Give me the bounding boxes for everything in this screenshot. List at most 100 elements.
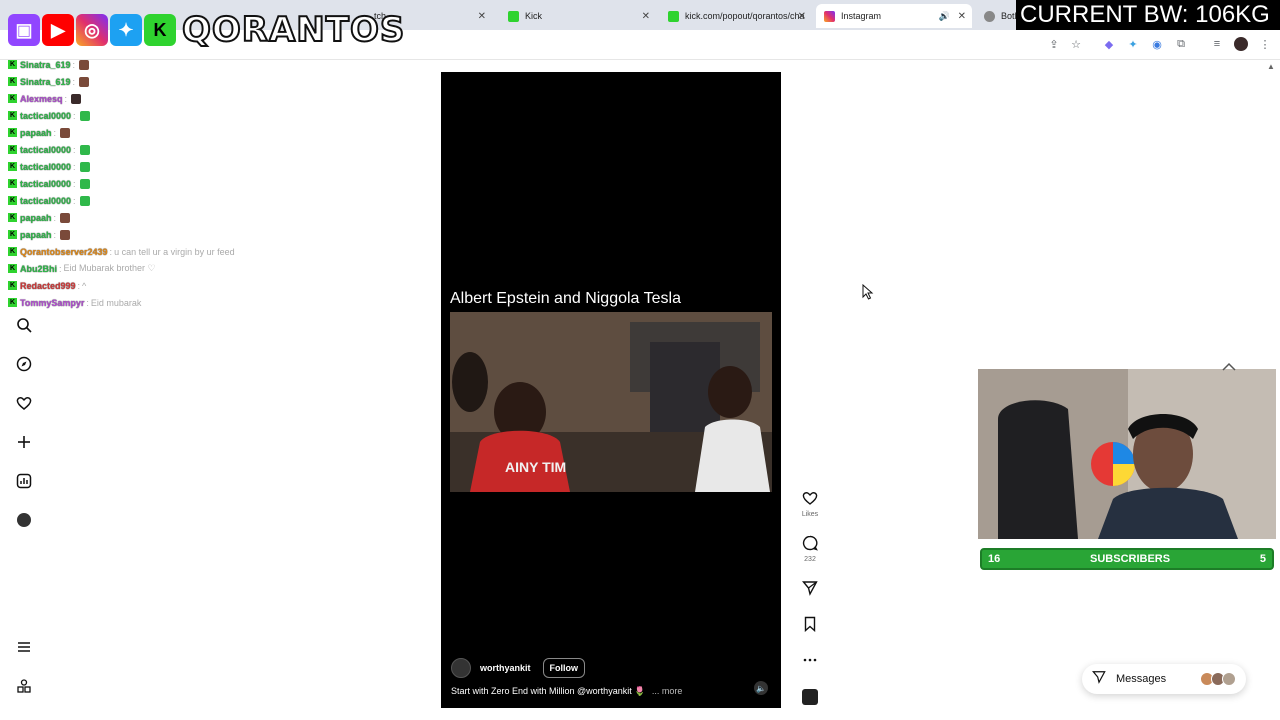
- media-control-icon[interactable]: ≡: [1210, 37, 1224, 51]
- more-menu-icon[interactable]: [14, 637, 34, 657]
- chat-message: K Alexmesq:: [8, 90, 268, 107]
- extension-icon[interactable]: ◆: [1102, 37, 1116, 51]
- likes-label: Likes: [801, 511, 819, 518]
- mouse-cursor-icon: [862, 283, 874, 305]
- kick-badge-icon: K: [8, 94, 17, 103]
- emote-icon: [79, 195, 90, 206]
- kick-badge-icon: K: [8, 162, 17, 171]
- instagram-icon: ◎: [76, 14, 108, 46]
- notifications-heart-icon[interactable]: [14, 393, 34, 413]
- social-overlay: ▣ ▶ ◎ ✦ K QORANTOS: [8, 8, 405, 52]
- kick-badge-icon: K: [8, 281, 17, 290]
- save-bookmark-icon[interactable]: [800, 614, 820, 634]
- svg-text:AINY TIM: AINY TIM: [505, 459, 566, 475]
- chat-message: Ktactical0000:: [8, 141, 268, 158]
- apps-grid-icon[interactable]: [14, 676, 34, 696]
- create-plus-icon[interactable]: [14, 432, 34, 452]
- extension-icon[interactable]: ✦: [1126, 37, 1140, 51]
- globe-icon: [984, 10, 995, 22]
- subs-right-count: 5: [1259, 553, 1266, 565]
- emote-icon: [79, 178, 90, 189]
- emote-icon: [79, 110, 90, 121]
- instagram-icon: [824, 10, 835, 22]
- chat-message: K TommySampyr: Eid mubarak: [8, 297, 142, 308]
- kick-icon: [508, 10, 519, 22]
- profile-avatar[interactable]: [14, 510, 34, 530]
- kick-badge-icon: K: [8, 145, 17, 154]
- chat-message: K Sinatra_619:: [8, 56, 268, 73]
- chat-message: K Sinatra_619:: [8, 73, 268, 90]
- chat-message: Ktactical0000:: [8, 175, 268, 192]
- emote-icon: [79, 144, 90, 155]
- tab-kick[interactable]: Kick ✕: [500, 4, 656, 28]
- search-icon[interactable]: [14, 315, 34, 335]
- reel-video-caption: Albert Epstein and Niggola Tesla: [450, 290, 681, 307]
- extension-icon[interactable]: ◉: [1150, 37, 1164, 51]
- chat-message: Ktactical0000:: [8, 107, 268, 124]
- close-icon[interactable]: ✕: [642, 11, 650, 22]
- chat-message: K Redacted999: ^: [8, 280, 87, 291]
- subs-left-count: 16: [988, 553, 1001, 565]
- close-icon[interactable]: ✕: [798, 11, 806, 22]
- more-link[interactable]: ... more: [652, 686, 683, 696]
- kick-badge-icon: K: [8, 111, 17, 120]
- tab-kick-popout[interactable]: kick.com/popout/qorantos/cha ✕: [660, 4, 812, 28]
- install-icon[interactable]: ⇪: [1047, 37, 1061, 51]
- current-bw-banner: CURRENT BW: 106KG: [1016, 0, 1280, 30]
- audio-thumbnail[interactable]: [800, 687, 820, 707]
- comment-icon[interactable]: [800, 533, 820, 553]
- youtube-icon: ▶: [42, 14, 74, 46]
- screen: tch ✕ Kick ✕ kick.com/popout/qorantos/ch…: [0, 0, 1280, 720]
- dashboard-chart-icon[interactable]: [14, 471, 34, 491]
- messages-button[interactable]: Messages: [1082, 664, 1246, 694]
- kick-badge-icon: K: [8, 213, 17, 222]
- emote-icon: [79, 161, 90, 172]
- kick-icon: [668, 10, 679, 22]
- share-send-icon[interactable]: [800, 578, 820, 598]
- emote-icon: [60, 127, 71, 138]
- kick-badge-icon: K: [8, 196, 17, 205]
- kick-badge-icon: K: [8, 230, 17, 239]
- chat-message: Kpapaah:: [8, 209, 268, 226]
- chat-message: Kpapaah:: [8, 226, 268, 243]
- kick-icon: K: [144, 14, 176, 46]
- scrollbar-up-arrow-icon[interactable]: ▲: [1267, 62, 1275, 71]
- tab-botr[interactable]: BotR: [976, 4, 1016, 28]
- emote-icon: [60, 212, 71, 223]
- webcam-overlay: [978, 369, 1276, 539]
- kick-badge-icon: K: [8, 128, 17, 137]
- twitch-icon: ▣: [8, 14, 40, 46]
- close-icon[interactable]: ✕: [478, 11, 486, 22]
- author-username[interactable]: worthyankit: [480, 663, 531, 673]
- bookmark-star-icon[interactable]: ☆: [1069, 37, 1083, 51]
- more-options-icon[interactable]: [800, 650, 820, 670]
- tab-instagram[interactable]: Instagram 🔊 ✕: [816, 4, 972, 28]
- emote-icon: [71, 93, 82, 104]
- reel-video-frame: AINY TIM: [450, 312, 772, 492]
- author-avatar[interactable]: [451, 658, 471, 678]
- chat-message: K Qorantobserver2439: u can tell ur a virg…: [8, 246, 235, 257]
- emote-icon: [79, 76, 90, 87]
- chat-message: Ktactical0000:: [8, 192, 268, 209]
- follow-button[interactable]: Follow: [542, 658, 586, 678]
- subscribers-bar: 16 SUBSCRIBERS 5: [980, 548, 1274, 570]
- like-heart-icon[interactable]: [800, 488, 820, 508]
- kick-badge-icon: K: [8, 247, 17, 256]
- comments-count: 232: [804, 556, 816, 563]
- explore-compass-icon[interactable]: [14, 354, 34, 374]
- brand-logo: QORANTOS: [181, 9, 406, 51]
- subs-label: SUBSCRIBERS: [1090, 553, 1171, 565]
- avatar: [1222, 672, 1236, 686]
- volume-icon[interactable]: 🔈: [754, 681, 768, 695]
- emote-icon: [60, 229, 71, 240]
- close-icon[interactable]: ✕: [958, 11, 966, 22]
- chevron-up-icon[interactable]: [1222, 359, 1236, 377]
- chat-overlay: K Sinatra_619: K Sinatra_619: K Alexmesq: K…: [8, 56, 268, 311]
- profile-avatar[interactable]: [1234, 37, 1248, 51]
- menu-dots-icon[interactable]: ⋮: [1258, 37, 1272, 51]
- speaker-icon[interactable]: 🔊: [939, 11, 950, 22]
- kick-badge-icon: K: [8, 60, 17, 69]
- extensions-puzzle-icon[interactable]: ⧉: [1174, 37, 1188, 51]
- emote-icon: [79, 59, 90, 70]
- kick-badge-icon: K: [8, 264, 17, 273]
